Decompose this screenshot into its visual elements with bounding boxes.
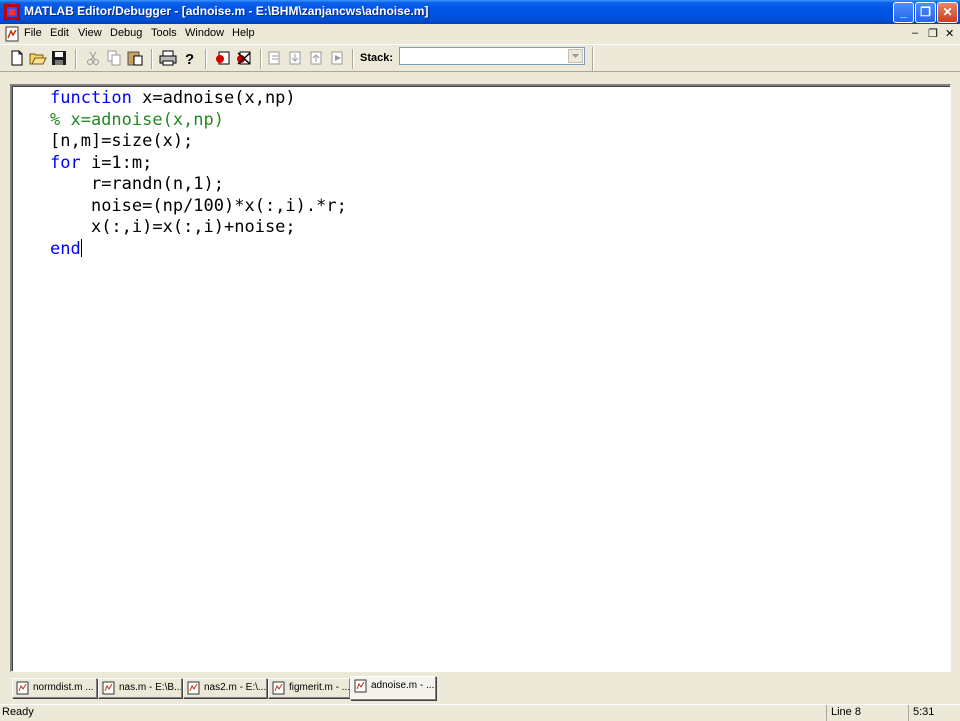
- menu-window[interactable]: Window: [185, 27, 224, 39]
- code-keyword: function: [50, 88, 132, 108]
- svg-text:?: ?: [185, 51, 194, 67]
- print-icon[interactable]: [159, 49, 177, 67]
- save-icon[interactable]: [50, 49, 68, 67]
- mdi-restore-button[interactable]: ❐: [928, 27, 938, 40]
- code-editor[interactable]: function x=adnoise(x,np)% x=adnoise(x,np…: [10, 84, 951, 672]
- text-caret: [80, 238, 82, 257]
- tab-nas2[interactable]: nas2.m - E:\...: [183, 678, 267, 698]
- step-in-icon[interactable]: [287, 49, 305, 67]
- toolbar-separator: [75, 49, 77, 69]
- mdi-close-button[interactable]: ✕: [945, 27, 954, 40]
- paste-icon[interactable]: [126, 49, 144, 67]
- code-text: i=1:m;: [80, 152, 153, 173]
- stack-label: Stack:: [360, 52, 394, 64]
- m-file-icon: [16, 681, 29, 695]
- code-line[interactable]: function x=adnoise(x,np): [50, 88, 347, 110]
- tab-label: nas.m - E:\B...: [119, 682, 182, 693]
- tab-figmerit[interactable]: figmerit.m - ...: [268, 678, 350, 698]
- code-line[interactable]: for i=1:m;: [50, 153, 347, 175]
- line-indicator: Line 8: [826, 705, 906, 721]
- menu-debug[interactable]: Debug: [110, 27, 142, 39]
- menu-tools[interactable]: Tools: [151, 27, 177, 39]
- code-text: x(:,i)=x(:,i)+noise;: [90, 217, 296, 237]
- tab-label: nas2.m - E:\...: [204, 682, 267, 693]
- close-button[interactable]: ✕: [937, 2, 958, 23]
- restore-button[interactable]: ❐: [915, 2, 936, 23]
- set-breakpoint-icon[interactable]: [214, 49, 232, 67]
- toolbar-separator: [205, 49, 207, 69]
- m-file-icon: [102, 681, 115, 695]
- mdi-minimize-button[interactable]: –: [912, 27, 918, 39]
- code-line[interactable]: end: [50, 238, 347, 261]
- tab-normdist[interactable]: normdist.m ...: [12, 678, 97, 698]
- code-area[interactable]: function x=adnoise(x,np)% x=adnoise(x,np…: [50, 88, 347, 260]
- code-text: r=randn(n,1);: [90, 174, 225, 194]
- code-line[interactable]: r=randn(n,1);: [50, 174, 347, 196]
- menu-edit[interactable]: Edit: [50, 27, 69, 39]
- document-tab-bar: normdist.m ... nas.m - E:\B... nas2.m - …: [0, 674, 960, 702]
- cut-icon[interactable]: [84, 49, 102, 67]
- document-icon[interactable]: [4, 26, 20, 42]
- toolbar-separator: [352, 49, 354, 69]
- code-line[interactable]: % x=adnoise(x,np): [50, 110, 347, 132]
- clear-breakpoints-icon[interactable]: [235, 49, 253, 67]
- window-title: MATLAB Editor/Debugger - [adnoise.m - E:…: [24, 4, 429, 18]
- tab-label: adnoise.m - ...: [371, 680, 435, 691]
- m-file-icon: [272, 681, 285, 695]
- code-line[interactable]: x(:,i)=x(:,i)+noise;: [50, 217, 347, 239]
- menu-help[interactable]: Help: [232, 27, 255, 39]
- toolbar-separator: [151, 49, 153, 69]
- code-keyword: for: [50, 152, 81, 173]
- tab-adnoise[interactable]: adnoise.m - ...: [350, 676, 436, 700]
- code-line[interactable]: noise=(np/100)*x(:,i).*r;: [50, 196, 347, 218]
- code-keyword: end: [50, 238, 81, 259]
- m-file-icon: [187, 681, 200, 695]
- menu-view[interactable]: View: [78, 27, 102, 39]
- status-bar: Ready Line 8 5:31: [0, 704, 960, 721]
- help-icon[interactable]: ?: [180, 49, 198, 67]
- dropdown-arrow-icon[interactable]: [568, 49, 583, 63]
- stack-dropdown[interactable]: [399, 47, 585, 65]
- m-file-icon: [354, 679, 367, 693]
- code-text: x=adnoise(x,np): [131, 88, 296, 108]
- title-bar[interactable]: MATLAB Editor/Debugger - [adnoise.m - E:…: [0, 0, 960, 24]
- status-text: Ready: [2, 706, 34, 718]
- tab-label: figmerit.m - ...: [289, 682, 350, 693]
- new-file-icon[interactable]: [8, 49, 26, 67]
- matlab-app-icon[interactable]: [4, 4, 20, 20]
- copy-icon[interactable]: [105, 49, 123, 67]
- code-text: noise=(np/100)*x(:,i).*r;: [90, 195, 347, 216]
- open-folder-icon[interactable]: [29, 49, 47, 67]
- step-out-icon[interactable]: [308, 49, 326, 67]
- time-indicator: 5:31: [908, 705, 960, 721]
- code-comment: % x=adnoise(x,np): [50, 109, 224, 130]
- code-text: [n,m]=size(x);: [50, 131, 194, 151]
- matlab-editor-window: MATLAB Editor/Debugger - [adnoise.m - E:…: [0, 0, 960, 721]
- code-line[interactable]: [n,m]=size(x);: [50, 131, 347, 153]
- toolbar-separator: [260, 49, 262, 69]
- tab-nas[interactable]: nas.m - E:\B...: [98, 678, 182, 698]
- menu-bar: File Edit View Debug Tools Window Help –…: [0, 24, 960, 44]
- tab-label: normdist.m ...: [33, 682, 94, 693]
- minimize-button[interactable]: _: [893, 2, 914, 23]
- menu-file[interactable]: File: [24, 27, 42, 39]
- step-icon[interactable]: [266, 49, 284, 67]
- toolbar-separator: [592, 47, 594, 71]
- continue-icon[interactable]: [329, 49, 347, 67]
